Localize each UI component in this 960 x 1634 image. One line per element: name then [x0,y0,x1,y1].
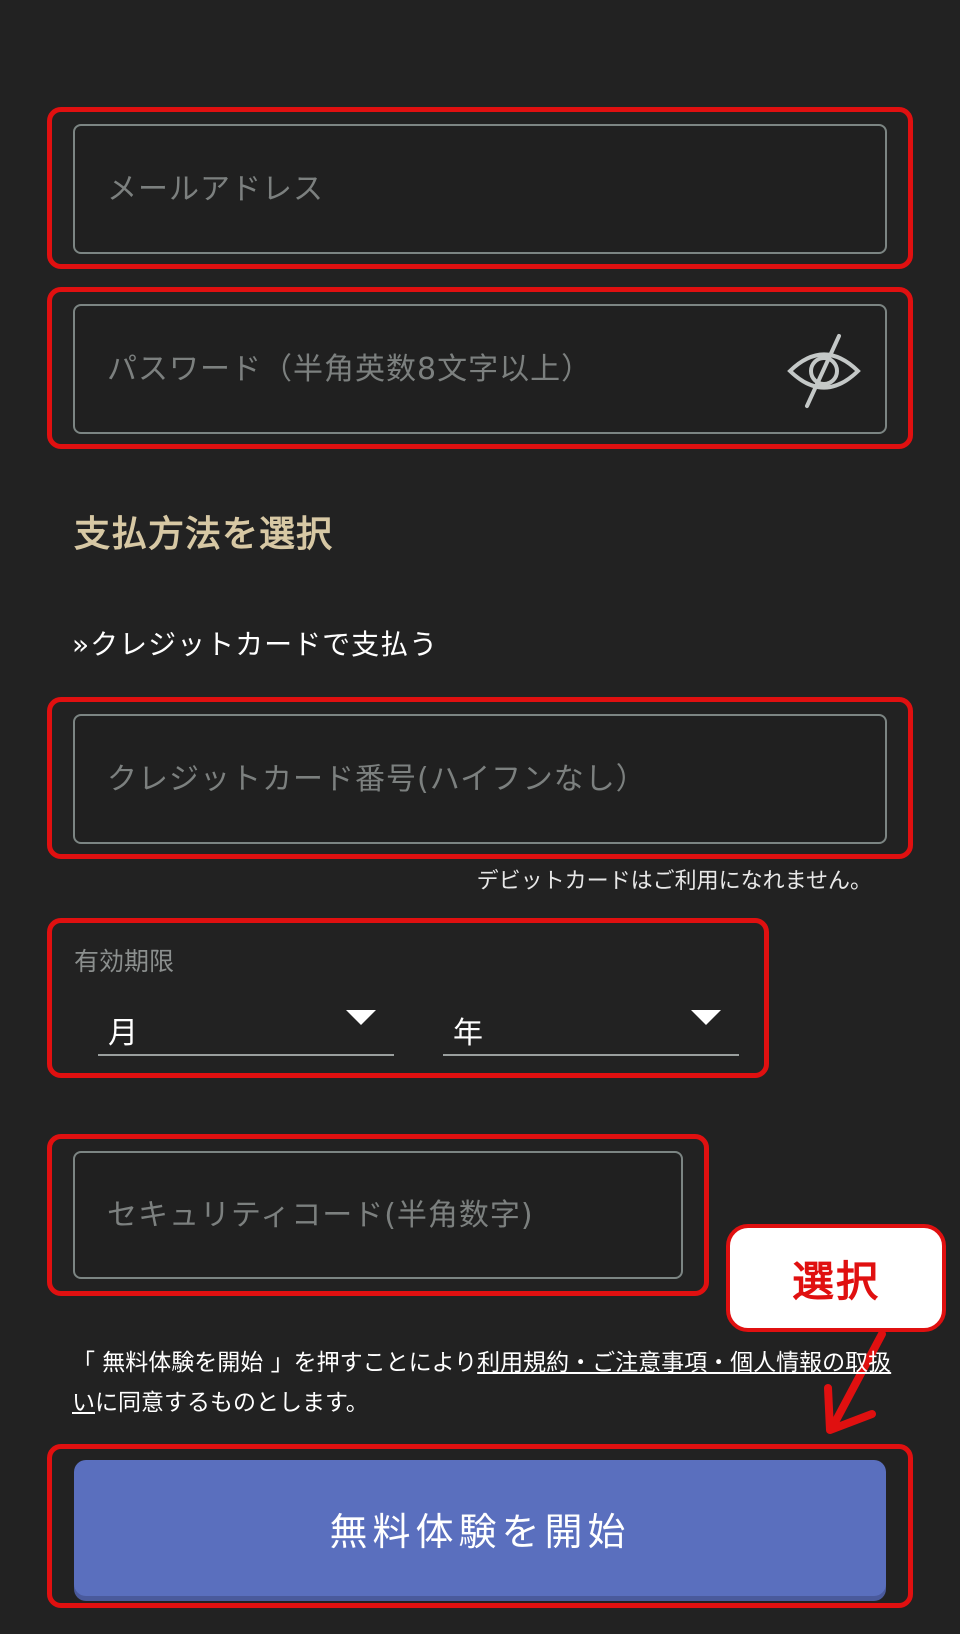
card-number-field-wrapper [73,714,887,844]
security-code-input[interactable] [105,1196,681,1234]
card-number-input[interactable] [105,760,885,798]
terms-suffix: に同意するものとします。 [95,1390,369,1416]
email-field-wrapper [73,124,887,254]
expiry-month-select[interactable]: 月 [98,996,394,1056]
expiry-year-select[interactable]: 年 [443,996,739,1056]
select-callout: 選択 [726,1224,946,1332]
terms-text: 「 無料体験を開始 」を押すことにより利用規約・ご注意事項・個人情報の取扱いに同… [72,1343,892,1423]
credit-card-pay-link[interactable]: »クレジットカードで支払う [72,623,438,663]
password-field-wrapper [73,304,887,434]
expiry-month-value: 月 [108,1016,138,1051]
expiry-label: 有効期限 [74,947,175,976]
debit-card-note: デビットカードはご利用になれません。 [476,869,872,894]
payment-method-title: 支払方法を選択 [74,514,334,555]
security-code-field-wrapper [73,1151,683,1279]
chevron-down-icon [346,1010,376,1025]
password-input[interactable] [105,350,885,388]
email-input[interactable] [105,170,885,208]
chevron-down-icon [691,1010,721,1025]
eye-slash-icon[interactable] [785,332,863,410]
expiry-year-value: 年 [453,1016,483,1051]
start-free-trial-button[interactable]: 無料体験を開始 [74,1460,886,1596]
terms-prefix: 「 無料体験を開始 」を押すことにより [72,1350,478,1376]
